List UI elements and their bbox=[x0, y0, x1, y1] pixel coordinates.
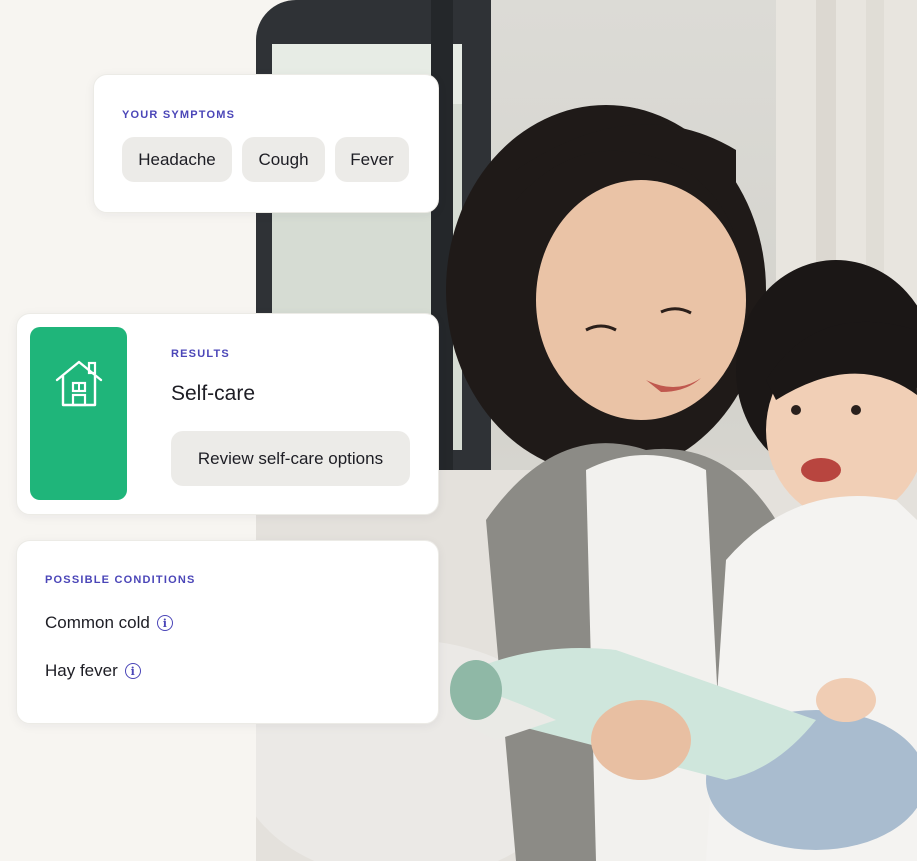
house-icon bbox=[55, 360, 102, 407]
info-icon[interactable]: i bbox=[124, 663, 141, 679]
condition-item-common-cold[interactable]: Common cold i bbox=[45, 613, 173, 633]
result-title: Self-care bbox=[171, 382, 256, 405]
result-tile bbox=[30, 327, 127, 500]
symptoms-card: YOUR SYMPTOMS Headache Cough Fever bbox=[93, 74, 439, 213]
condition-item-hay-fever[interactable]: Hay fever i bbox=[45, 661, 141, 681]
conditions-card: POSSIBLE CONDITIONS Common cold i Hay fe… bbox=[16, 540, 439, 724]
review-self-care-button[interactable]: Review self-care options bbox=[171, 431, 410, 486]
symptom-chip-cough[interactable]: Cough bbox=[242, 137, 325, 182]
conditions-heading: POSSIBLE CONDITIONS bbox=[45, 574, 196, 586]
condition-label: Hay fever bbox=[45, 661, 118, 680]
symptoms-heading: YOUR SYMPTOMS bbox=[122, 109, 236, 121]
symptom-chip-headache[interactable]: Headache bbox=[122, 137, 232, 182]
condition-label: Common cold bbox=[45, 613, 150, 632]
results-card: RESULTS Self-care Review self-care optio… bbox=[16, 313, 439, 515]
symptom-chip-fever[interactable]: Fever bbox=[335, 137, 409, 182]
results-heading: RESULTS bbox=[171, 348, 230, 360]
info-icon[interactable]: i bbox=[156, 615, 173, 631]
